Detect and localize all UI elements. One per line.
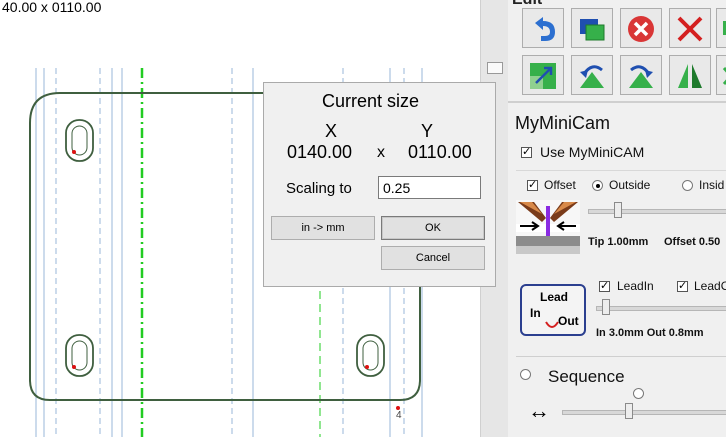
undo-icon (535, 17, 555, 41)
mirror-button[interactable] (669, 55, 711, 95)
start-marker (72, 365, 76, 369)
tool-offset-icon (516, 200, 580, 254)
lead-in-out-button[interactable]: Lead In Out (520, 284, 586, 336)
use-minicam-checkbox[interactable] (521, 145, 532, 158)
delete-icon (628, 16, 654, 42)
shift-button[interactable] (716, 55, 726, 95)
offset-checkbox[interactable] (527, 178, 538, 191)
cut-icon (677, 16, 703, 42)
section-divider (508, 101, 726, 103)
rotate-left-icon (580, 65, 604, 88)
sequence-title: Sequence (548, 367, 625, 386)
rotate-right-button[interactable] (620, 55, 662, 95)
y-size-value: 0110.00 (408, 142, 472, 162)
layers-icon (580, 19, 605, 41)
layers-button[interactable] (571, 8, 613, 48)
inside-radio[interactable] (682, 180, 693, 191)
scale-button[interactable] (522, 55, 564, 95)
copy-button[interactable] (716, 8, 726, 48)
undo-button[interactable] (522, 8, 564, 48)
outside-label: Outside (609, 178, 651, 192)
double-arrow-icon: ↔ (528, 398, 550, 423)
lead-slider-track[interactable] (596, 306, 726, 311)
start-marker (72, 150, 76, 154)
offset-text: Offset 0.50 (664, 236, 721, 248)
copy-icon (723, 21, 726, 35)
scrollbar-thumb[interactable] (487, 62, 503, 74)
times-sign: x (377, 144, 385, 161)
lead-text: In 3.0mm Out 0.8mm (596, 327, 704, 339)
y-axis-label: Y (421, 121, 434, 141)
mirror-icon (678, 64, 702, 88)
tip-text: Tip 1.00mm (588, 236, 649, 248)
point-label: 4 (396, 410, 402, 421)
lead-curve-icon (545, 321, 559, 328)
section-divider (516, 356, 726, 357)
cancel-button[interactable]: Cancel (381, 246, 485, 270)
dialog-title: Current size (322, 91, 420, 111)
offset-label: Offset (544, 178, 576, 192)
rotate-right-icon (629, 65, 653, 88)
x-size-value: 0140.00 (287, 142, 353, 162)
sequence-option-radio[interactable] (633, 388, 644, 399)
inside-label: Insid (699, 178, 725, 192)
size-readout: 40.00 x 0110.00 (2, 0, 102, 15)
minicam-title: MyMiniCam (515, 113, 611, 133)
leadin-label: LeadIn (617, 279, 654, 293)
outside-radio[interactable] (592, 180, 603, 191)
start-marker (365, 365, 369, 369)
lead-slider-thumb[interactable] (602, 299, 611, 315)
sequence-slider-track[interactable] (562, 410, 726, 415)
in-to-mm-button[interactable]: in -> mm (271, 216, 375, 240)
leadout-label: LeadO (694, 279, 726, 293)
ok-button[interactable]: OK (381, 216, 485, 240)
offset-slider-thumb[interactable] (614, 202, 623, 218)
sequence-slider-thumb[interactable] (625, 403, 634, 419)
use-minicam-label: Use MyMiniCAM (540, 144, 645, 160)
rotate-left-button[interactable] (571, 55, 613, 95)
sequence-radio[interactable] (520, 369, 531, 380)
x-axis-label: X (325, 121, 338, 141)
scaling-input[interactable] (378, 176, 481, 199)
cut-button[interactable] (669, 8, 711, 48)
shift-icon (722, 67, 726, 85)
delete-button[interactable] (620, 8, 662, 48)
scaling-label: Scaling to (286, 180, 352, 197)
scale-icon (530, 63, 556, 89)
leadin-checkbox[interactable] (599, 279, 610, 292)
current-size-dialog: Current size X Y 0140.00 x 0110.00 Scali… (263, 82, 496, 287)
slot-outline (362, 340, 379, 371)
offset-slider-track[interactable] (588, 209, 726, 214)
leadout-checkbox[interactable] (677, 279, 688, 292)
